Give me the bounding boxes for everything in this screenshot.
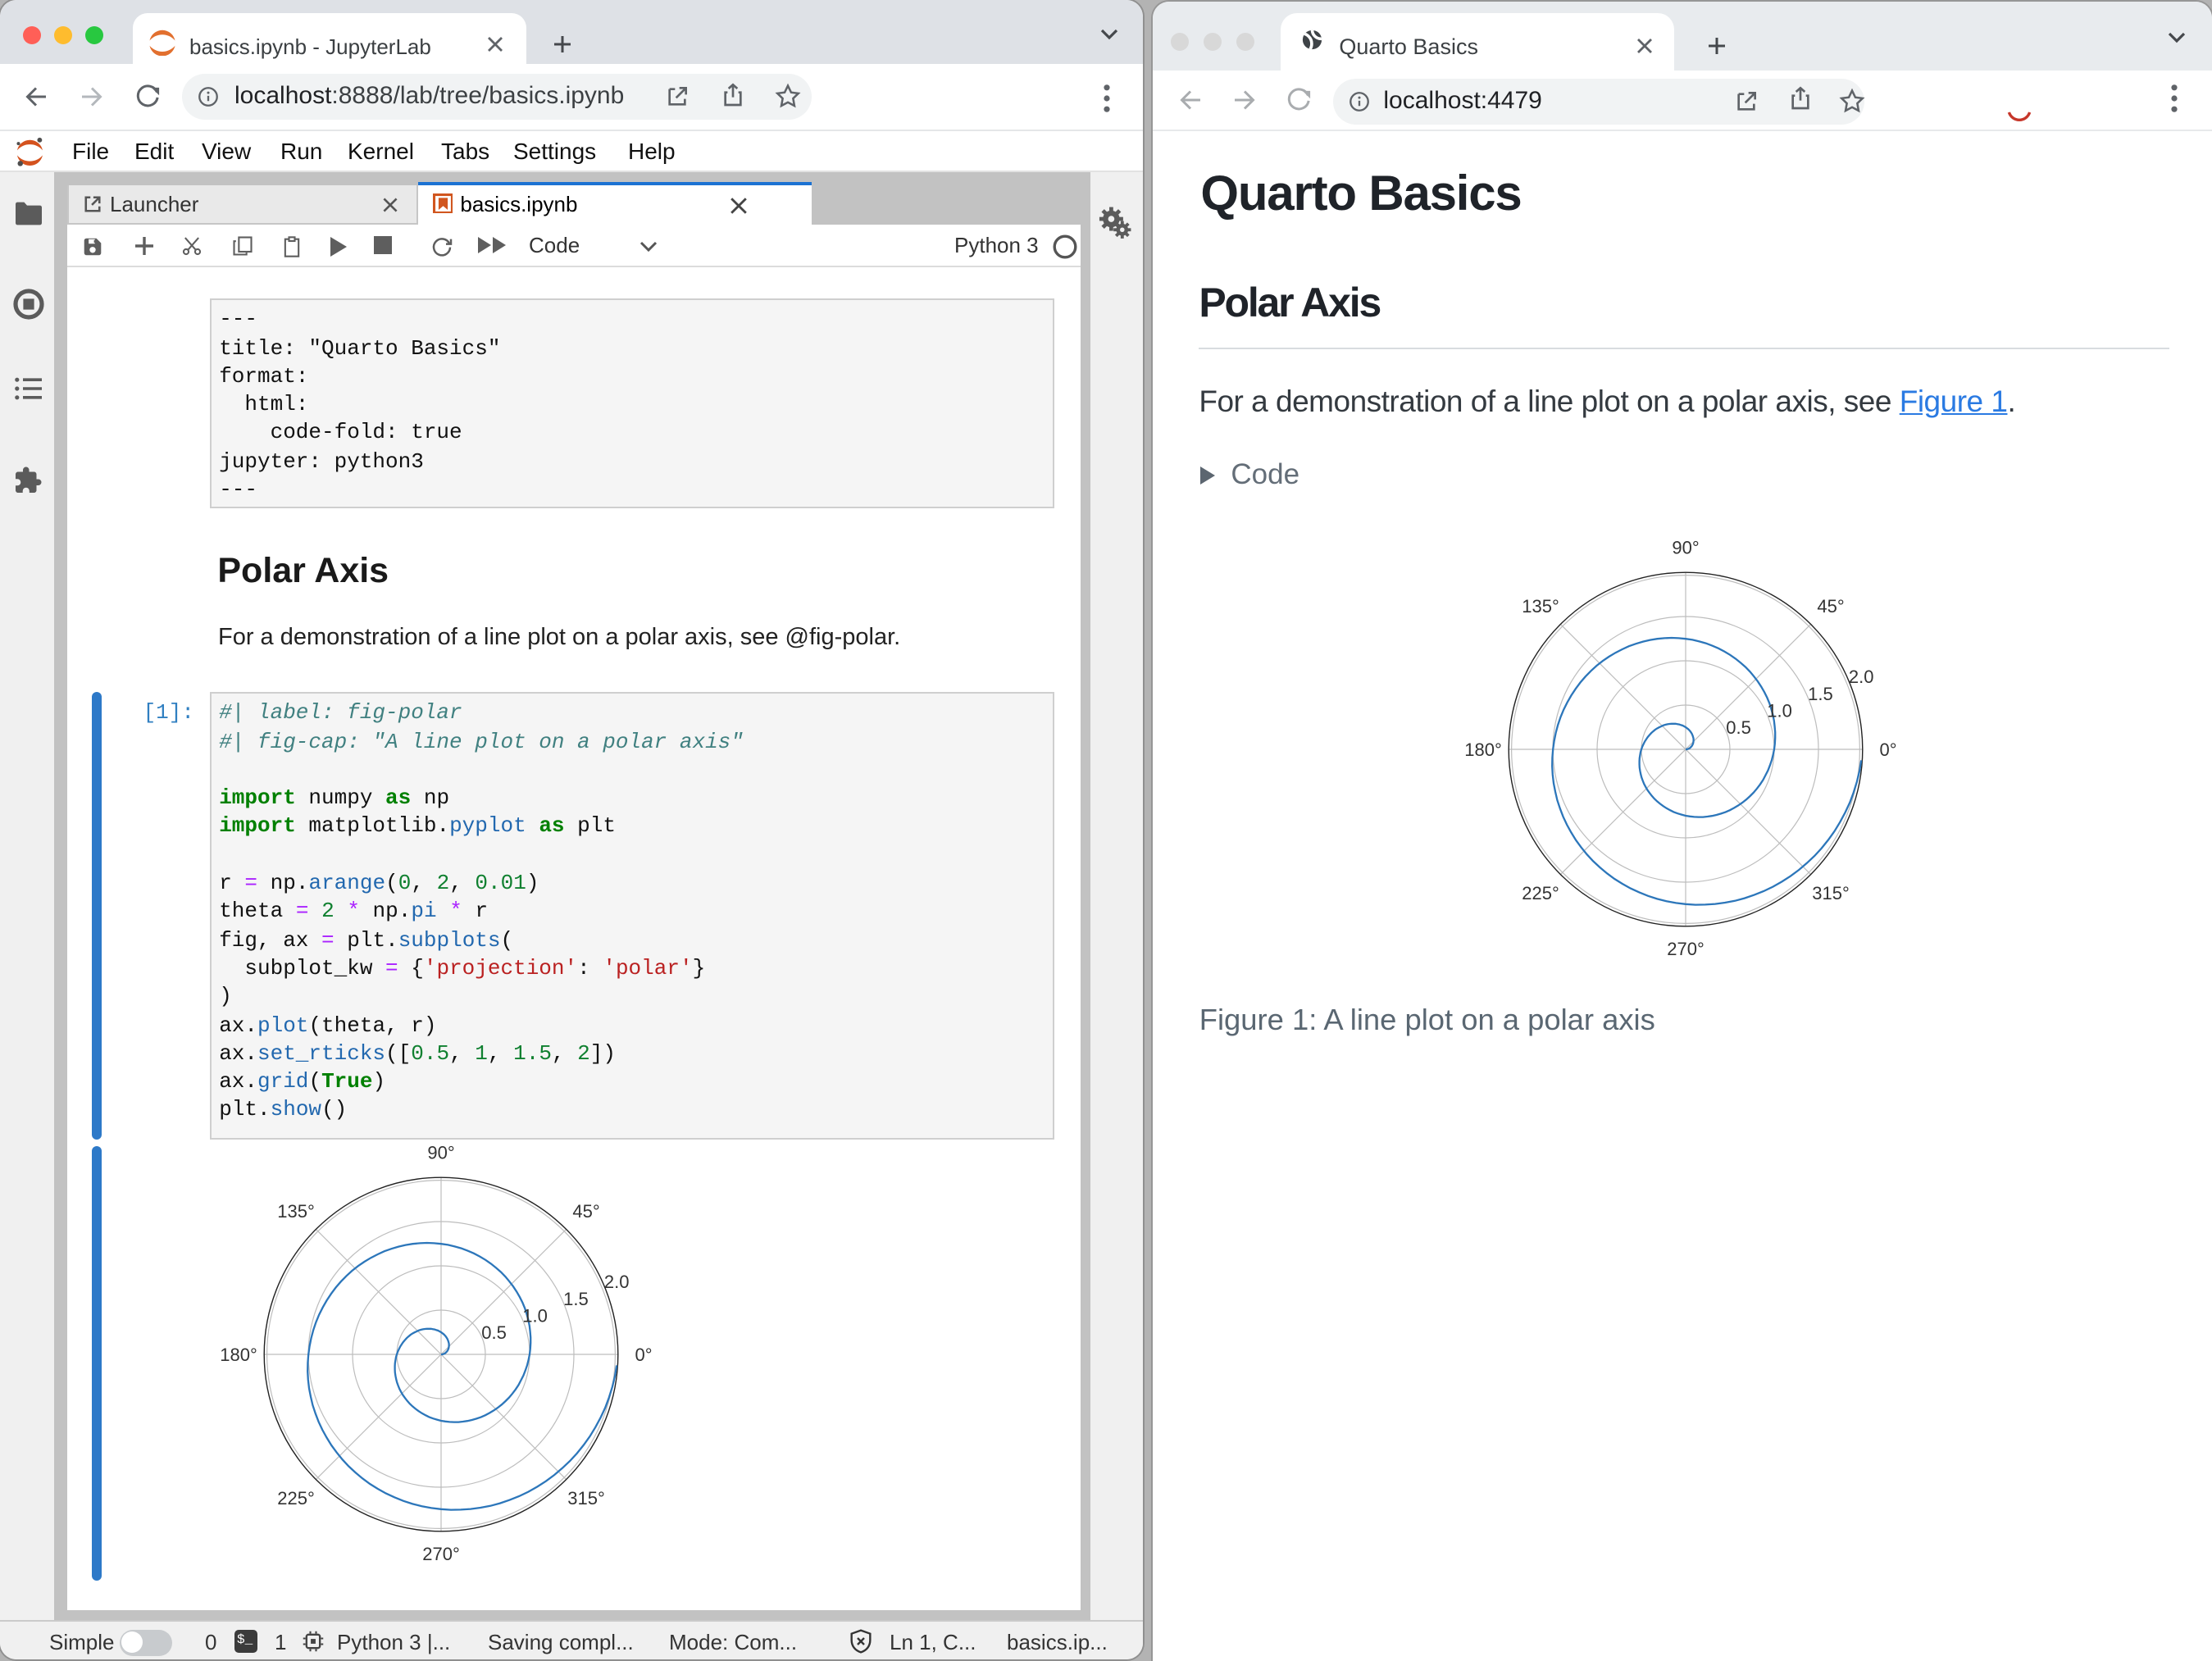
svg-text:1.0: 1.0 bbox=[522, 1306, 548, 1327]
svg-text:0.5: 0.5 bbox=[481, 1322, 507, 1343]
svg-text:315°: 315° bbox=[567, 1488, 605, 1509]
svg-text:135°: 135° bbox=[277, 1201, 315, 1222]
svg-text:270°: 270° bbox=[422, 1544, 460, 1564]
svg-text:225°: 225° bbox=[277, 1488, 315, 1509]
svg-text:180°: 180° bbox=[220, 1345, 257, 1365]
svg-text:45°: 45° bbox=[572, 1201, 599, 1222]
svg-text:0°: 0° bbox=[635, 1345, 652, 1365]
svg-text:2.0: 2.0 bbox=[603, 1272, 629, 1292]
svg-text:90°: 90° bbox=[427, 1142, 454, 1163]
svg-text:1.5: 1.5 bbox=[562, 1289, 588, 1309]
